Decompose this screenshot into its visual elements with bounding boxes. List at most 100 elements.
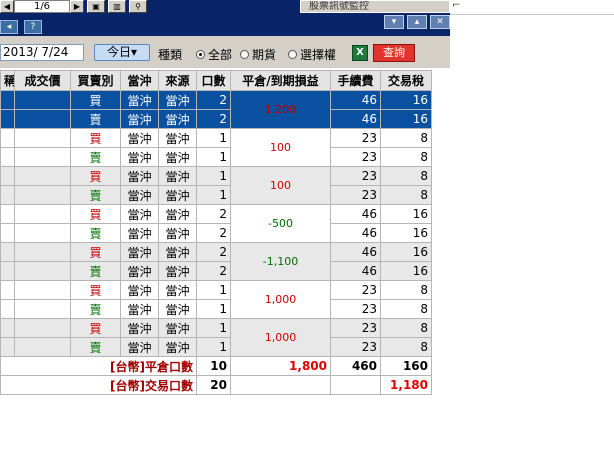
table-row[interactable]: 買 當沖 當沖 2 1,200 46 16 [0, 90, 432, 129]
pnl-cell: 1,000 [230, 280, 331, 319]
col-side-header[interactable]: 買賣別 [70, 70, 121, 91]
qty-cell: 2 [196, 90, 231, 110]
tax-cell: 8 [380, 337, 432, 357]
daytrade-cell: 當沖 [120, 204, 159, 224]
table-row[interactable]: 賣 當沖 當沖 2 46 16 [0, 109, 432, 129]
exit-icon[interactable]: ◂ [0, 20, 18, 34]
table-row[interactable]: 賣 當沖 當沖 1 23 8 [0, 299, 432, 319]
qty-cell: 1 [196, 280, 231, 300]
help-icon[interactable]: ? [24, 20, 42, 34]
date-field[interactable]: 2013/ 7/24 [0, 44, 84, 61]
tax-cell: 16 [380, 223, 432, 243]
qty-cell: 1 [196, 147, 231, 167]
table-header-row: 稱 成交價 買賣別 當沖 來源 口數 平倉/到期損益 手續費 交易稅 [0, 70, 432, 91]
side-cell: 賣 [70, 337, 121, 357]
table-row[interactable]: 賣 當沖 當沖 2 46 16 [0, 223, 432, 243]
tax-cell: 16 [380, 242, 432, 262]
table-row[interactable]: 賣 當沖 當沖 1 23 8 [0, 185, 432, 205]
name-cell [0, 128, 15, 148]
name-cell [0, 147, 15, 167]
table-row[interactable]: 買 當沖 當沖 1 1,000 23 8 [0, 318, 432, 357]
type-label: 種類 [158, 48, 183, 62]
table-row[interactable]: 買 當沖 當沖 1 100 23 8 [0, 128, 432, 167]
radio-futures[interactable]: 期貨 [240, 46, 276, 63]
table-row[interactable]: 買 當沖 當沖 2 -1,100 46 16 [0, 242, 432, 281]
col-fee-header[interactable]: 手續費 [330, 70, 381, 91]
fee-cell: 23 [330, 147, 381, 167]
daytrade-cell: 當沖 [120, 109, 159, 129]
source-cell: 當沖 [158, 128, 197, 148]
radio-all[interactable]: 全部 [196, 46, 232, 63]
total-close-pnl: 1,800 [230, 356, 331, 376]
prev-page-button[interactable]: ◀ [0, 0, 14, 13]
dropdown-icon[interactable]: ▾ [384, 15, 404, 29]
qty-cell: 1 [196, 185, 231, 205]
query-button[interactable]: 查詢 [373, 44, 415, 62]
side-cell: 買 [70, 204, 121, 224]
excel-icon[interactable]: X [352, 45, 368, 61]
maximize-icon[interactable]: ▴ [407, 15, 427, 29]
close-icon[interactable]: ✕ [430, 15, 450, 29]
daytrade-cell: 當沖 [120, 280, 159, 300]
table-row[interactable]: 賣 當沖 當沖 1 23 8 [0, 337, 432, 357]
side-cell: 買 [70, 242, 121, 262]
daytrade-cell: 當沖 [120, 147, 159, 167]
qty-cell: 2 [196, 242, 231, 262]
daytrade-cell: 當沖 [120, 299, 159, 319]
price-cell-masked [14, 337, 71, 357]
source-cell: 當沖 [158, 242, 197, 262]
table-row[interactable]: 買 當沖 當沖 1 1,000 23 8 [0, 280, 432, 319]
col-name-header[interactable]: 稱 [0, 70, 15, 91]
col-tax-header[interactable]: 交易稅 [380, 70, 432, 91]
col-price-header[interactable]: 成交價 [14, 70, 71, 91]
next-page-button[interactable]: ▶ [70, 0, 84, 13]
table-row[interactable]: 賣 當沖 當沖 2 46 16 [0, 261, 432, 281]
price-cell-masked [14, 90, 71, 110]
name-cell [0, 185, 15, 205]
tax-cell: 8 [380, 166, 432, 186]
total-trade-fee-empty [330, 375, 381, 395]
side-cell: 買 [70, 166, 121, 186]
fee-cell: 23 [330, 166, 381, 186]
daytrade-cell: 當沖 [120, 337, 159, 357]
side-cell: 賣 [70, 299, 121, 319]
print-icon[interactable]: ▣ [87, 0, 105, 13]
search-icon[interactable]: ⚲ [129, 0, 147, 13]
pnl-cell: -1,100 [230, 242, 331, 281]
side-cell: 買 [70, 90, 121, 110]
fee-cell: 46 [330, 90, 381, 110]
table-row[interactable]: 賣 當沖 當沖 1 23 8 [0, 147, 432, 167]
table-row[interactable]: 買 當沖 當沖 2 -500 46 16 [0, 204, 432, 243]
fee-cell: 23 [330, 280, 381, 300]
window-tab[interactable]: 股票訊號監控 [300, 0, 450, 13]
radio-unchecked-icon [288, 50, 297, 59]
today-button[interactable]: 今日▾ [94, 44, 150, 61]
col-source-header[interactable]: 來源 [158, 70, 197, 91]
col-daytrade-header[interactable]: 當沖 [120, 70, 159, 91]
qty-cell: 1 [196, 337, 231, 357]
fee-cell: 46 [330, 223, 381, 243]
radio-options[interactable]: 選擇權 [288, 46, 336, 63]
total-close-tax: 160 [380, 356, 432, 376]
price-cell-masked [14, 242, 71, 262]
table-row[interactable]: 買 當沖 當沖 1 100 23 8 [0, 166, 432, 205]
pnl-cell: 1,000 [230, 318, 331, 357]
tax-cell: 16 [380, 90, 432, 110]
col-pnl-header[interactable]: 平倉/到期損益 [230, 70, 331, 91]
tax-cell: 8 [380, 299, 432, 319]
source-cell: 當沖 [158, 185, 197, 205]
radio-options-label: 選擇權 [300, 48, 337, 62]
layout-icon[interactable]: ▥ [108, 0, 126, 13]
qty-cell: 1 [196, 166, 231, 186]
window-caption-buttons: ▾ ▴ ✕ [305, 15, 450, 32]
tab-edge-icon: ⌐ [452, 0, 461, 11]
tax-cell: 8 [380, 147, 432, 167]
col-qty-header[interactable]: 口數 [196, 70, 231, 91]
name-cell [0, 166, 15, 186]
qty-cell: 1 [196, 318, 231, 338]
price-cell-masked [14, 109, 71, 129]
price-cell-masked [14, 166, 71, 186]
total-trade-tax: 1,180 [380, 375, 432, 395]
qty-cell: 2 [196, 109, 231, 129]
daytrade-cell: 當沖 [120, 318, 159, 338]
